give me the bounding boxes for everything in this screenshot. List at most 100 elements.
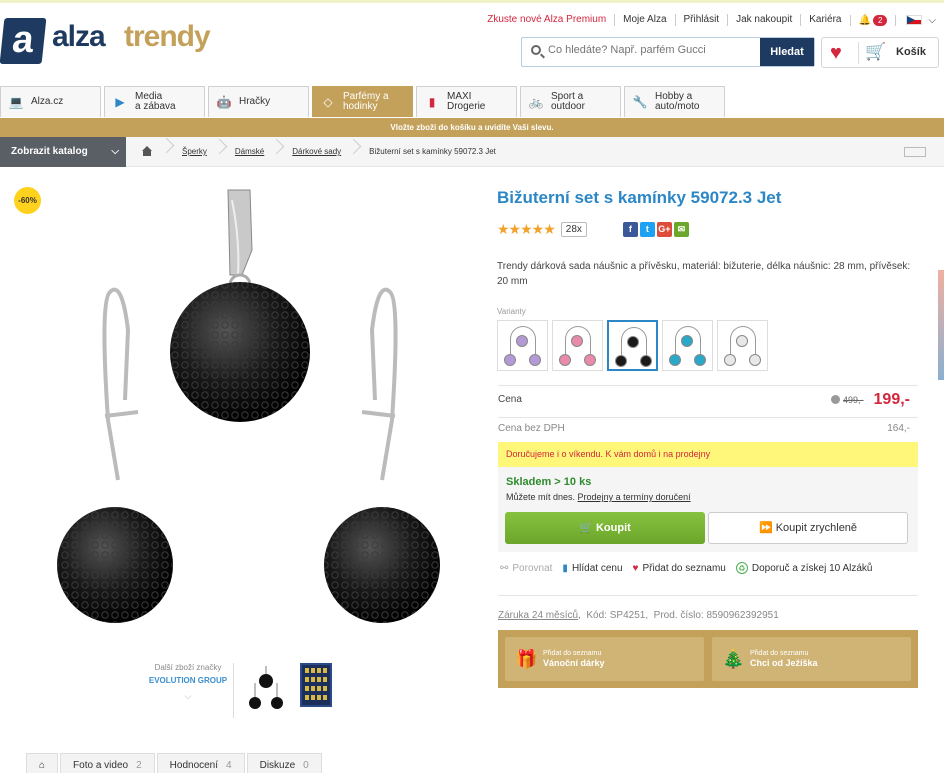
variant-option[interactable]: [607, 320, 658, 371]
link-my-alza[interactable]: Moje Alza: [614, 14, 674, 26]
price-without-vat-row: Cena bez DPH 164,-: [498, 417, 918, 439]
quick-buy-button[interactable]: ⏩ Koupit zrychleně: [708, 512, 908, 544]
variant-option[interactable]: [552, 320, 603, 371]
home-icon: ⌂: [39, 760, 46, 771]
brand-label: Další zboží značky: [154, 663, 222, 672]
breadcrumb-link[interactable]: Dámské: [235, 147, 264, 156]
search-icon: [531, 45, 541, 55]
catalog-button[interactable]: Zobrazit katalog ⌵: [0, 137, 126, 167]
variant-option[interactable]: [717, 320, 768, 371]
category-tab-label: Hobby a auto/moto: [655, 91, 700, 112]
gift-icon: 🎁: [515, 649, 538, 669]
link-career[interactable]: Kariéra: [800, 14, 849, 26]
left-earring: [57, 287, 173, 623]
breadcrumb-link[interactable]: Dárkové sady: [292, 147, 341, 156]
category-tab[interactable]: 🚲 Sport a outdoor: [520, 86, 621, 117]
product-tab[interactable]: Foto a video 2: [60, 753, 155, 773]
product-tab[interactable]: Diskuze 0: [246, 753, 322, 773]
info-icon[interactable]: [831, 395, 841, 404]
breadcrumb-current: Bižuterní set s kamínky 59072.3 Jet: [369, 147, 496, 156]
barcode-icon[interactable]: [904, 146, 926, 157]
link-login[interactable]: Přihlásit: [674, 14, 728, 26]
recommend-icon: ♻: [735, 562, 748, 574]
cart-label[interactable]: Košík: [896, 46, 926, 58]
category-tab[interactable]: 🤖 Hračky: [208, 86, 309, 117]
current-price: 199,-: [873, 390, 910, 408]
brand-box[interactable]: Další zboží značky EVOLUTION GROUP ⌵: [140, 663, 236, 702]
product-tab[interactable]: Hodnocení 4: [156, 753, 245, 773]
home-icon: [140, 145, 154, 156]
category-tab-label: MAXI Drogerie: [447, 91, 486, 112]
buy-button[interactable]: 🛒 Koupit: [505, 512, 705, 544]
list-small-label: Přidat do seznamu: [543, 650, 602, 657]
side-banner-edge[interactable]: [938, 270, 944, 380]
category-tab[interactable]: ◇ Parfémy a hodinky: [312, 86, 413, 117]
list-from-jezisek[interactable]: 🎄 Přidat do seznamu Chci od Ježíška: [712, 637, 911, 681]
product-meta: Záruka 24 měsíců, Kód: SP4251, Prod. čís…: [498, 595, 918, 621]
add-to-list-action[interactable]: ♥ Přidat do seznamu: [633, 563, 726, 574]
category-tab[interactable]: ▮ MAXI Drogerie: [416, 86, 517, 117]
alza-trendy-logo[interactable]: a alza trendy: [0, 14, 242, 66]
search-input[interactable]: [548, 44, 748, 56]
chevron-down-icon[interactable]: ⌵: [140, 691, 236, 702]
google-plus-icon[interactable]: G+: [656, 222, 672, 237]
search-button[interactable]: Hledat: [760, 38, 814, 66]
facebook-icon[interactable]: f: [622, 222, 638, 237]
list-main-label: Chci od Ježíška: [750, 658, 818, 668]
spray-icon: ▮: [428, 95, 436, 109]
breadcrumb-item[interactable]: Dárkové sady: [278, 147, 355, 156]
category-tabs: 💻 Alza.cz ▶ Media a zábava 🤖 Hračky ◇ Parfémy a…: [0, 86, 728, 118]
breadcrumb-home[interactable]: [126, 145, 168, 158]
product-title: Bižuterní set s kamínky 59072.3 Jet: [497, 188, 782, 207]
delivery-note: Doručujeme i o víkendu. K vám domů i na …: [498, 442, 918, 467]
brand-name[interactable]: EVOLUTION GROUP: [140, 675, 236, 687]
category-tab[interactable]: 💻 Alza.cz: [0, 86, 101, 117]
product-tab-label: Foto a video: [73, 760, 129, 771]
product-tab-label: Hodnocení: [169, 760, 219, 771]
thumbnail-packaging[interactable]: [300, 663, 332, 707]
thumbnail-product[interactable]: [246, 663, 286, 715]
notifications[interactable]: 🔔 2: [849, 14, 896, 26]
pickup-link[interactable]: Prodejny a termíny doručení: [578, 492, 691, 502]
bell-icon: 🔔: [858, 14, 871, 26]
cart-divider: [858, 42, 859, 64]
category-tab[interactable]: 🔧 Hobby a auto/moto: [624, 86, 725, 117]
category-tab-label: Alza.cz: [31, 96, 64, 107]
rating-count[interactable]: 28x: [560, 222, 587, 237]
product-image[interactable]: [30, 180, 470, 640]
chevron-down-icon: ⌵: [111, 146, 119, 157]
category-tab[interactable]: ▶ Media a zábava: [104, 86, 205, 117]
bike-icon: 🚲: [528, 95, 544, 109]
variants-label: Varianty: [497, 307, 526, 316]
variant-option[interactable]: [662, 320, 713, 371]
warranty-link[interactable]: Záruka 24 měsíců: [498, 610, 578, 621]
basket-icon[interactable]: 🛒: [865, 42, 886, 62]
watch-price-action[interactable]: ▮ Hlídat cenu: [562, 563, 622, 574]
wishlist-panel: 🎁 Přidat do seznamu Vánoční dárky 🎄 Přida…: [498, 630, 918, 688]
rating-stars[interactable]: ★★★★★: [497, 221, 556, 238]
logo-badge: a: [0, 18, 47, 64]
compare-action[interactable]: ⚯ Porovnat: [500, 563, 552, 574]
language-selector[interactable]: ⌵: [895, 14, 936, 26]
product-tab-count: 2: [136, 760, 142, 771]
watch-price-label: Hlídat cenu: [571, 562, 623, 574]
twitter-icon[interactable]: t: [639, 222, 655, 237]
home-tab[interactable]: ⌂: [26, 753, 59, 773]
product-tab-label: Diskuze: [259, 760, 296, 771]
product-description: Trendy dárková sada náušnic a přívěsku, …: [497, 261, 911, 287]
logo-word-trendy: trendy: [124, 20, 211, 53]
link-premium[interactable]: Zkuste nové Alza Premium: [479, 14, 614, 26]
breadcrumb-item[interactable]: Dámské: [221, 147, 278, 156]
cart-box: ♥ 🛒 Košík: [821, 37, 939, 68]
category-tab-label: Hračky: [239, 96, 271, 107]
favorites-heart-icon[interactable]: ♥: [830, 43, 842, 63]
breadcrumb-link[interactable]: Šperky: [182, 147, 207, 156]
recommend-action[interactable]: ♻ Doporuč a získej 10 Alzáků: [735, 562, 872, 574]
list-christmas-gifts[interactable]: 🎁 Přidat do seznamu Vánoční dárky: [505, 637, 704, 681]
drill-icon: 🔧: [632, 95, 648, 109]
thumbnail-strip: [233, 663, 332, 718]
variant-option[interactable]: [497, 320, 548, 371]
breadcrumb-item[interactable]: Šperky: [168, 147, 221, 156]
email-icon[interactable]: ✉: [673, 222, 689, 237]
link-how-to-buy[interactable]: Jak nakoupit: [727, 14, 800, 26]
